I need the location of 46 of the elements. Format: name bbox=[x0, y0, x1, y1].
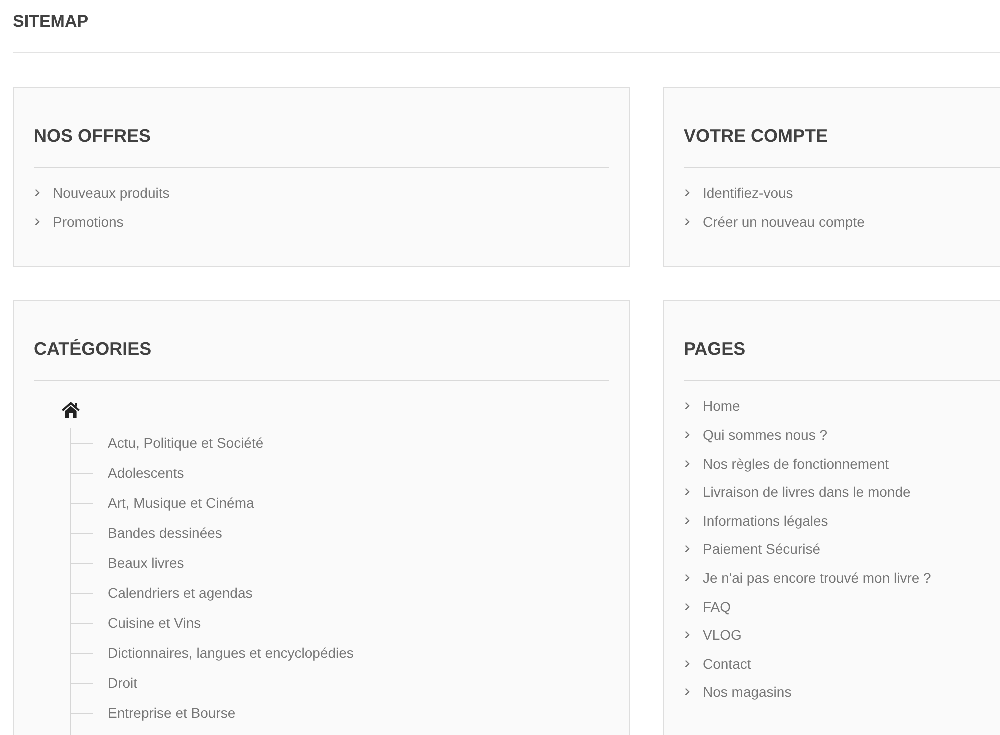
chevron-right-icon bbox=[685, 488, 690, 496]
sitemap-link[interactable]: Paiement Sécurisé bbox=[703, 540, 821, 558]
chevron-right-icon bbox=[685, 460, 690, 468]
category-link[interactable]: Adolescents bbox=[108, 464, 184, 482]
sitemap-link[interactable]: Informations légales bbox=[703, 512, 828, 530]
chevron-right-icon bbox=[685, 602, 690, 611]
sitemap-link[interactable]: Promotions bbox=[53, 212, 124, 231]
sitemap-link[interactable]: Qui sommes nous ? bbox=[703, 426, 828, 444]
sitemap-link[interactable]: Créer un nouveau compte bbox=[703, 212, 865, 231]
section-heading: CATÉGORIES bbox=[34, 339, 152, 360]
category-link[interactable]: Beaux livres bbox=[108, 554, 184, 572]
category-link[interactable]: Calendriers et agendas bbox=[108, 584, 253, 602]
sitemap-link[interactable]: Je n'ai pas encore trouvé mon livre ? bbox=[703, 569, 932, 588]
section-heading: VOTRE COMPTE bbox=[684, 126, 828, 146]
section-heading: NOS OFFRES bbox=[34, 126, 152, 146]
sitemap-link[interactable]: Nos règles de fonctionnement bbox=[703, 454, 889, 473]
sitemap-link[interactable]: Identifiez-vous bbox=[703, 184, 794, 202]
category-link[interactable]: Art, Musique et Cinéma bbox=[108, 494, 254, 512]
category-link[interactable]: Entreprise et Bourse bbox=[108, 704, 236, 722]
home-icon[interactable] bbox=[62, 402, 80, 418]
section-heading: PAGES bbox=[684, 339, 746, 360]
sitemap-link[interactable]: Livraison de livres dans le monde bbox=[703, 483, 911, 502]
chevron-right-icon bbox=[685, 516, 690, 525]
chevron-right-icon bbox=[35, 218, 40, 226]
chevron-right-icon bbox=[685, 660, 690, 668]
chevron-right-icon bbox=[35, 189, 40, 198]
chevron-right-icon bbox=[685, 402, 690, 410]
sitemap-link[interactable]: VLOG bbox=[703, 626, 742, 644]
category-link[interactable]: Bandes dessinées bbox=[108, 524, 222, 542]
category-link[interactable]: Dictionnaires, langues et encyclopédies bbox=[108, 644, 354, 662]
sitemap-link[interactable]: Nos magasins bbox=[703, 683, 792, 702]
sitemap-link[interactable]: Contact bbox=[703, 654, 752, 673]
category-link[interactable]: Droit bbox=[108, 674, 138, 692]
category-link[interactable]: Cuisine et Vins bbox=[108, 614, 202, 632]
chevron-right-icon bbox=[685, 431, 690, 440]
category-link[interactable]: Actu, Politique et Société bbox=[108, 434, 264, 452]
sitemap-link[interactable]: Nouveaux produits bbox=[53, 184, 170, 202]
chevron-right-icon bbox=[685, 218, 690, 226]
sitemap-link[interactable]: Home bbox=[703, 397, 740, 416]
page-title: SITEMAP bbox=[13, 12, 89, 31]
chevron-right-icon bbox=[685, 189, 690, 198]
chevron-right-icon bbox=[685, 631, 690, 640]
chevron-right-icon bbox=[685, 545, 690, 554]
sitemap-link[interactable]: FAQ bbox=[703, 598, 732, 616]
chevron-right-icon bbox=[685, 574, 690, 582]
chevron-right-icon bbox=[685, 688, 690, 696]
